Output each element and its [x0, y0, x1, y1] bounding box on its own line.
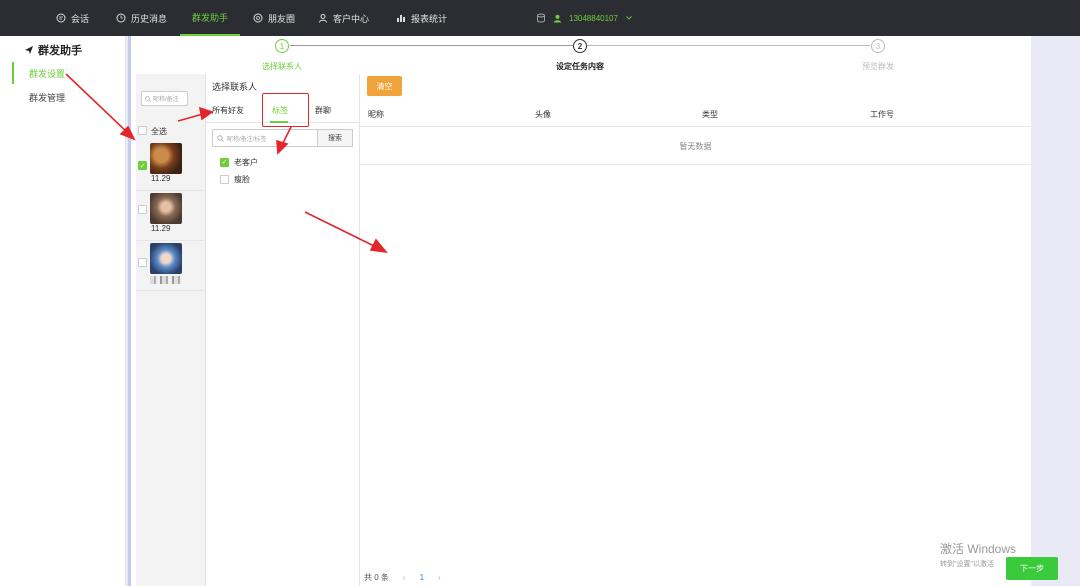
- tag-search-input[interactable]: 昵称/备注/标签: [212, 129, 317, 147]
- tag-item[interactable]: 瘦脸: [220, 173, 250, 185]
- tab-all-friends[interactable]: 所有好友: [212, 98, 244, 123]
- avatar: [150, 193, 182, 224]
- next-page-button[interactable]: ›: [438, 573, 441, 582]
- step-number: 3: [875, 41, 881, 51]
- step-1-circle: 1: [275, 39, 289, 53]
- contact-name: 11.29: [151, 224, 171, 233]
- column-header-type: 类型: [702, 109, 718, 119]
- table-header: 昵称 头像 类型 工作号: [360, 101, 1031, 127]
- database-icon: [537, 13, 545, 23]
- nav-label-history: 历史消息: [131, 13, 168, 24]
- send-icon: [25, 46, 33, 54]
- step-number: 1: [279, 41, 285, 51]
- bar-chart-icon: [397, 15, 405, 22]
- nav-item-broadcast[interactable]: 群发助手: [180, 0, 241, 36]
- page-number[interactable]: 1: [420, 573, 424, 582]
- tag-name: 老客户: [234, 157, 258, 167]
- windows-activation-watermark: 激活 Windows 转到"设置"以激活: [940, 540, 1016, 569]
- aperture-icon: [253, 13, 263, 23]
- column-header-nickname: 昵称: [368, 109, 384, 119]
- nav-label-moments: 朋友圈: [268, 13, 296, 24]
- select-all-label: 全选: [151, 127, 167, 136]
- user-icon: [319, 14, 327, 23]
- tag-item[interactable]: ✓ 老客户: [220, 156, 258, 168]
- step-2-label: 设定任务内容: [556, 62, 604, 71]
- step-3-circle: 3: [871, 39, 885, 53]
- chat-icon: [56, 13, 66, 23]
- select-contacts-pane: 选择联系人 所有好友 标签 群聊 昵称/备注/标签 搜索 ✓ 老客户 瘦脸: [206, 74, 360, 586]
- sidebar-item-broadcast-settings[interactable]: 群发设置: [12, 62, 126, 84]
- tag-search-row: 昵称/备注/标签 搜索: [212, 129, 353, 147]
- tag-name: 瘦脸: [234, 174, 250, 184]
- contact-checkbox[interactable]: [138, 205, 147, 214]
- pagination: 共 0 条 ‹ 1 ›: [364, 570, 441, 584]
- contact-list-pane: 昵称/备注 全选 ✓ 11.29 11.29: [136, 74, 206, 586]
- pane-title: 选择联系人: [212, 82, 258, 92]
- sidebar: 群发助手 群发设置 群发管理: [0, 36, 126, 586]
- avatar: [150, 143, 182, 174]
- chevron-down-icon: [626, 16, 632, 20]
- search-icon: [217, 134, 224, 142]
- contact-name: 11.29: [151, 174, 171, 183]
- sidebar-item-label: 群发设置: [29, 68, 66, 79]
- contact-search-placeholder: 昵称/备注: [153, 97, 179, 103]
- avatar: [150, 243, 182, 274]
- contact-item[interactable]: [136, 241, 206, 291]
- nav-item-moments[interactable]: 朋友圈: [253, 0, 295, 36]
- account-number: 13048840107: [569, 13, 618, 23]
- search-button[interactable]: 搜索: [317, 129, 353, 147]
- contact-search-input[interactable]: 昵称/备注: [141, 91, 188, 106]
- contact-checkbox[interactable]: [138, 258, 147, 267]
- column-header-avatar: 头像: [535, 109, 551, 119]
- sidebar-title: 群发助手: [24, 42, 82, 58]
- contact-item[interactable]: ✓ 11.29: [136, 141, 206, 191]
- nav-label-reports: 报表统计: [411, 13, 448, 24]
- column-header-work-id: 工作号: [870, 109, 894, 119]
- main-panel: 1 选择联系人 2 设定任务内容 3 预览群发 昵称/备注 全选 ✓ 11.29…: [131, 36, 1031, 586]
- sidebar-item-label: 群发管理: [29, 92, 66, 103]
- step-2-circle: 2: [573, 39, 587, 53]
- nav-label-chat: 会话: [71, 13, 90, 24]
- next-step-button[interactable]: 下一步: [1006, 557, 1058, 580]
- tag-checkbox[interactable]: ✓: [220, 157, 229, 167]
- blurred-name: [150, 276, 182, 284]
- sidebar-item-broadcast-management[interactable]: 群发管理: [12, 86, 126, 108]
- step-connector: [290, 45, 573, 46]
- nav-item-customer-center[interactable]: 客户中心: [318, 0, 369, 36]
- nav-item-reports[interactable]: 报表统计: [396, 0, 447, 36]
- empty-state: 暂无数据: [360, 128, 1031, 165]
- tag-search-placeholder: 昵称/备注/标签: [227, 136, 267, 143]
- nav-item-history[interactable]: 历史消息: [116, 0, 167, 36]
- watermark-line1: 激活 Windows: [940, 542, 1017, 556]
- selected-contacts-pane: 清空 昵称 头像 类型 工作号 暂无数据 共 0 条 ‹ 1 ›: [360, 74, 1031, 586]
- total-count: 共 0 条: [364, 572, 389, 582]
- step-number: 2: [577, 41, 583, 51]
- sidebar-title-label: 群发助手: [38, 45, 82, 57]
- tab-group-chats[interactable]: 群聊: [315, 98, 331, 123]
- user-icon: [553, 14, 562, 23]
- select-all-checkbox[interactable]: [138, 126, 147, 135]
- annotation-highlight-box: [262, 93, 309, 127]
- tag-checkbox[interactable]: [220, 174, 229, 184]
- nav-label-broadcast: 群发助手: [192, 12, 229, 23]
- top-nav-bar: 会话 历史消息 群发助手 朋友圈 客户中心 报表统计 13048840107: [0, 0, 1080, 36]
- clear-button[interactable]: 清空: [367, 76, 402, 96]
- clock-icon: [116, 13, 126, 23]
- step-connector: [587, 45, 870, 46]
- stepper: 1 选择联系人 2 设定任务内容 3 预览群发: [131, 36, 1031, 74]
- account-dropdown[interactable]: 13048840107: [536, 0, 633, 36]
- step-1-label: 选择联系人: [262, 62, 302, 71]
- contact-checkbox[interactable]: ✓: [138, 161, 147, 170]
- step-3-label: 预览群发: [862, 62, 894, 71]
- contact-item[interactable]: 11.29: [136, 191, 206, 241]
- search-icon: [145, 95, 151, 102]
- watermark-line2: 转到"设置"以激活: [940, 561, 994, 568]
- prev-page-button[interactable]: ‹: [403, 573, 406, 582]
- nav-label-customer-center: 客户中心: [333, 13, 370, 24]
- nav-item-chat[interactable]: 会话: [56, 0, 89, 36]
